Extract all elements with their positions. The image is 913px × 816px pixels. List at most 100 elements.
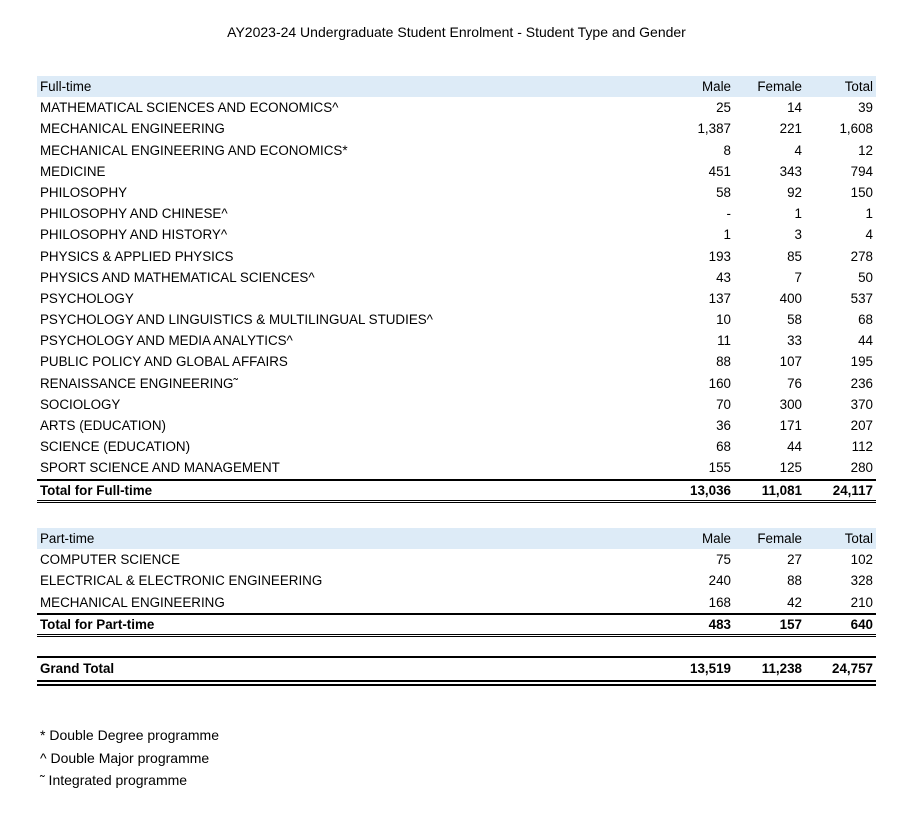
table-row-female: 221: [779, 121, 802, 137]
table-row-label: ELECTRICAL & ELECTRONIC ENGINEERING: [40, 573, 323, 589]
table-row-total: 150: [850, 184, 873, 200]
table-row-female: 92: [787, 184, 802, 200]
table-row-total: 280: [850, 460, 873, 476]
table-row-total: 537: [850, 290, 873, 306]
table-row-total: 195: [850, 354, 873, 370]
table-row-label: MECHANICAL ENGINEERING: [40, 121, 225, 137]
table-row-male: 88: [716, 354, 731, 370]
table-row-female: 27: [787, 552, 802, 568]
grand-total-label: Grand Total: [40, 661, 115, 676]
table-row-male: 68: [716, 439, 731, 455]
table-row-male: 193: [708, 248, 731, 264]
table-row-female: 44: [787, 439, 802, 455]
table-row-male: 137: [708, 290, 731, 306]
table-row: PSYCHOLOGY AND LINGUISTICS & MULTILINGUA…: [37, 309, 876, 330]
table-row-female: 85: [787, 248, 802, 264]
table-row-total: 328: [850, 573, 873, 589]
table-row-female: 400: [779, 290, 802, 306]
table-row-label: COMPUTER SCIENCE: [40, 552, 180, 568]
grand-total-total: 24,757: [832, 661, 873, 676]
table-row-total: 210: [850, 594, 873, 610]
table-row-total: 278: [850, 248, 873, 264]
table-row-total: 370: [850, 396, 873, 412]
table-row-total: 794: [850, 163, 873, 179]
table-row: MECHANICAL ENGINEERING AND ECONOMICS* 8 4 1…: [37, 140, 876, 161]
table-row-total: 50: [858, 269, 873, 285]
table-row-total: 44: [858, 333, 873, 349]
footnote-double-degree: * Double Degree programme: [40, 727, 219, 743]
table-row-male: 25: [716, 100, 731, 116]
table-row-label: SOCIOLOGY: [40, 396, 121, 412]
table-row-male: 8: [723, 142, 731, 158]
table-row-total: 68: [858, 312, 873, 328]
table-row-label: SPORT SCIENCE AND MANAGEMENT: [40, 460, 280, 476]
table-header: Part-time Male Female Total: [37, 528, 876, 550]
table-row-label: MECHANICAL ENGINEERING AND ECONOMICS*: [40, 142, 348, 158]
table-row-female: 125: [779, 460, 802, 476]
table-row: PSYCHOLOGY 137 400 537: [37, 288, 876, 309]
table-row-total: 1,608: [839, 121, 873, 137]
footnotes: * Double Degree programme ^ Double Major…: [40, 724, 219, 792]
section-total-row-total: 640: [850, 616, 873, 632]
table-row-female: 7: [794, 269, 802, 285]
footnote-double-major: ^ Double Major programme: [40, 749, 210, 766]
table-row: PSYCHOLOGY AND MEDIA ANALYTICS^ 11 33 44: [37, 330, 876, 351]
table-row-male: 36: [716, 418, 731, 433]
table-header: Full-time Male Female Total: [37, 76, 876, 98]
table-row-total: 102: [850, 552, 873, 568]
table-row: SCIENCE (EDUCATION) 68 44 112: [37, 436, 876, 457]
table-row-female: 76: [787, 375, 802, 391]
table-row-female: 107: [779, 354, 802, 370]
table-row: MEDICINE 451 343 794: [37, 161, 876, 182]
table-row-female: 33: [787, 333, 802, 349]
table-row-label: PHYSICS AND MATHEMATICAL SCIENCES^: [40, 269, 315, 285]
full-time-table: Full-time Male Female Total MATHEMATICAL SCI…: [37, 76, 876, 503]
table-row: SPORT SCIENCE AND MANAGEMENT 155 125 280: [37, 457, 876, 478]
table-row-male: 240: [708, 573, 731, 589]
table-header-female: Female: [757, 531, 802, 546]
table-row-label: MEDICINE: [40, 163, 106, 179]
table-row-male: 10: [716, 312, 731, 328]
section-total-row-total: 24,117: [832, 482, 873, 498]
table-row: PHYSICS AND MATHEMATICAL SCIENCES^ 43 7 50: [37, 267, 876, 288]
table-row-label: MECHANICAL ENGINEERING: [40, 594, 225, 610]
table-row-total: 4: [865, 227, 873, 243]
table-row-label: PHILOSOPHY: [40, 184, 128, 200]
table-row-female: 58: [787, 312, 802, 328]
table-row: PHYSICS & APPLIED PHYSICS 193 85 278: [37, 246, 876, 267]
table-row-male: 58: [716, 184, 731, 200]
table-row-female: 1: [794, 206, 802, 222]
table-header-male: Male: [701, 79, 731, 94]
table-row-label: PHYSICS & APPLIED PHYSICS: [40, 248, 234, 264]
table-row-male: 155: [708, 460, 731, 476]
table-row-label: PUBLIC POLICY AND GLOBAL AFFAIRS: [40, 354, 288, 370]
table-row-label: PSYCHOLOGY: [40, 290, 134, 306]
part-time-table: Part-time Male Female Total COMPUTER SCIENCE…: [37, 528, 876, 637]
table-row: RENAISSANCE ENGINEERING˜ 160 76 236: [37, 373, 876, 394]
table-row-label: ARTS (EDUCATION): [40, 418, 166, 433]
table-row-female: 88: [787, 573, 802, 589]
table-row-label: PSYCHOLOGY AND MEDIA ANALYTICS^: [40, 333, 293, 349]
table-row-label: PSYCHOLOGY AND LINGUISTICS & MULTILINGUA…: [40, 312, 433, 328]
table-row-male: 43: [716, 269, 731, 285]
table-row-male: 1,387: [697, 121, 731, 137]
table-row: PUBLIC POLICY AND GLOBAL AFFAIRS 88 107 195: [37, 351, 876, 372]
table-row-male: 160: [708, 375, 731, 391]
table-row-male: 75: [716, 552, 731, 568]
table-row: PHILOSOPHY AND CHINESE^ - 1 1: [37, 203, 876, 224]
table-row-female: 343: [779, 163, 802, 179]
table-header-total: Total: [844, 531, 873, 546]
table-header-label: Full-time: [40, 79, 92, 94]
grand-total-female: 11,238: [761, 661, 802, 676]
grand-total-row: Grand Total 13,519 11,238 24,757: [37, 656, 876, 686]
section-total-row-male: 13,036: [690, 482, 731, 498]
table-row: PHILOSOPHY 58 92 150: [37, 182, 876, 203]
table-row-male: 451: [708, 163, 731, 179]
table-row: PHILOSOPHY AND HISTORY^ 1 3 4: [37, 224, 876, 245]
table-row: COMPUTER SCIENCE 75 27 102: [37, 549, 876, 570]
table-row: ELECTRICAL & ELECTRONIC ENGINEERING 240 88…: [37, 570, 876, 591]
table-row-total: 112: [851, 439, 873, 455]
section-total-row-male: 483: [708, 616, 731, 632]
table-row-label: RENAISSANCE ENGINEERING˜: [40, 375, 238, 391]
table-row-total: 236: [850, 375, 873, 391]
